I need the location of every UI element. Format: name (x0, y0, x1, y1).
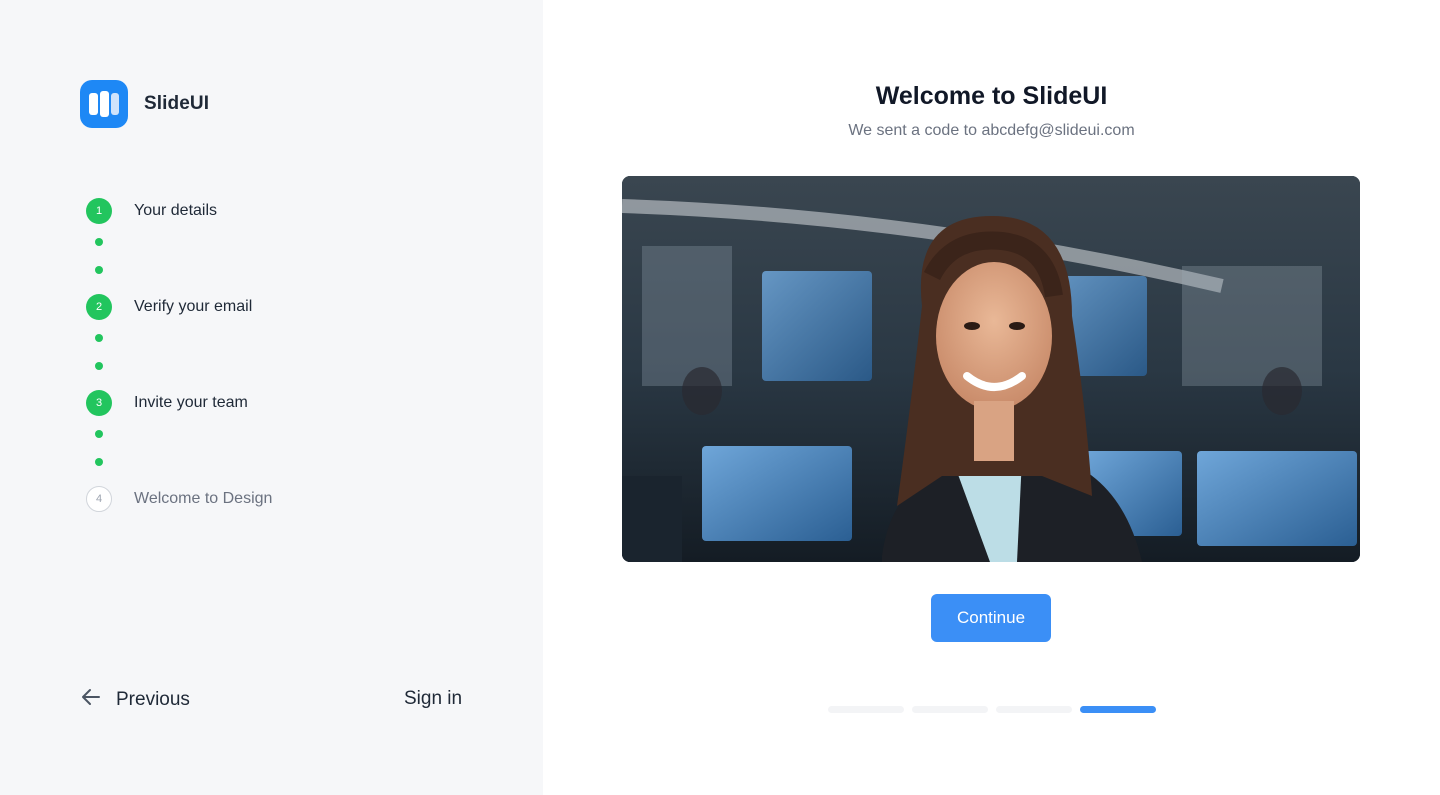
step-connector-dot (95, 238, 103, 246)
step-label: Welcome to Design (134, 490, 273, 507)
progress-segment (828, 706, 904, 713)
step-label: Your details (134, 202, 218, 219)
step-number-badge: 3 (86, 390, 112, 416)
step-connector-dot (95, 362, 103, 370)
step-label: Verify your email (134, 298, 253, 315)
sign-in-link[interactable]: Sign in (404, 688, 462, 710)
progress-segment (912, 706, 988, 713)
page-subtitle: We sent a code to abcdefg@slideui.com (848, 122, 1135, 139)
step-welcome[interactable]: 4 Welcome to Design (86, 486, 272, 512)
previous-label: Previous (116, 688, 190, 710)
step-connector-dot (95, 458, 103, 466)
continue-button[interactable]: Continue (931, 594, 1051, 642)
main-content: Welcome to SlideUI We sent a code to abc… (543, 0, 1440, 795)
step-verify-email[interactable]: 2 Verify your email (86, 294, 252, 320)
step-connector-dot (95, 334, 103, 342)
step-number-badge: 4 (86, 486, 112, 512)
brand: SlideUI (80, 80, 209, 128)
progress-segment (996, 706, 1072, 713)
step-invite-team[interactable]: 3 Invite your team (86, 390, 248, 416)
left-sidebar: SlideUI 1 Your details 2 Verify your ema… (0, 0, 543, 795)
page-title: Welcome to SlideUI (875, 82, 1108, 110)
previous-button[interactable]: Previous (80, 686, 190, 713)
arrow-left-icon (80, 686, 102, 713)
progress-indicator (828, 706, 1156, 713)
step-connector-dot (95, 430, 103, 438)
step-your-details[interactable]: 1 Your details (86, 198, 217, 224)
step-number-badge: 2 (86, 294, 112, 320)
brand-name: SlideUI (144, 93, 210, 114)
woman-in-office-photo (622, 176, 1360, 562)
step-connector-dot (95, 266, 103, 274)
progress-segment-active (1080, 706, 1156, 713)
step-label: Invite your team (134, 394, 248, 411)
slideui-logo-icon (80, 80, 128, 128)
step-number-badge: 1 (86, 198, 112, 224)
